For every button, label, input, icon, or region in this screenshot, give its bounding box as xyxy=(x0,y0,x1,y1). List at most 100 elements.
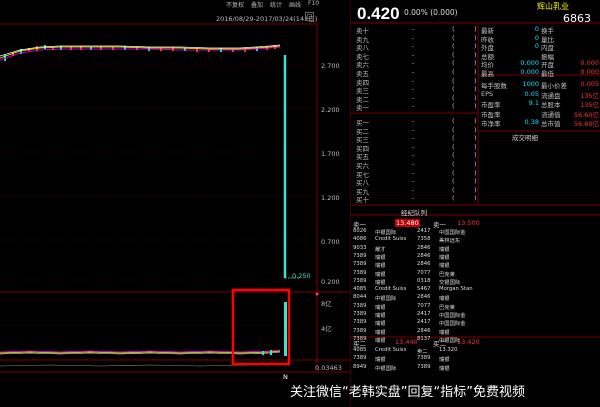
broker-row[interactable]: 7389 瑞银 2846 瑞银 xyxy=(353,252,477,261)
stat-label: 最高 xyxy=(481,69,494,78)
order-book-row-buy[interactable]: 买九 -() xyxy=(356,185,480,196)
broker-name: 瑞银 xyxy=(375,337,386,344)
order-count-open: ( xyxy=(452,59,455,68)
toolbar-f10[interactable]: F10 xyxy=(308,0,319,7)
broker-row[interactable]: 8026 中银国际 2417 中国国际金 xyxy=(353,228,477,236)
order-count-close: ) xyxy=(474,76,477,85)
order-count-close: ) xyxy=(474,50,477,59)
broker-id: 2846 xyxy=(417,252,431,259)
order-price: - xyxy=(412,168,415,177)
broker-id: 7389 xyxy=(353,252,367,259)
stat-value: 9.1 xyxy=(528,99,539,107)
volume-bars xyxy=(0,302,287,356)
stat-label: 每手股数 xyxy=(481,82,507,90)
order-book-row-sell[interactable]: 卖二 -() xyxy=(356,94,480,104)
broker-name: 瑞银 xyxy=(375,271,386,278)
volume-spike-bar xyxy=(284,302,287,356)
chart-canvas xyxy=(0,20,350,373)
order-book-row-sell[interactable]: 卖十 -() xyxy=(356,25,480,35)
broker-row[interactable]: 8044 中银国际 2846 瑞银 xyxy=(353,294,477,303)
broker-row[interactable]: 7389 瑞银 7077 巴克莱 xyxy=(353,303,477,311)
broker-row[interactable]: 4086 Credit Suiss 7358 美林远东 xyxy=(353,236,477,244)
stat-value: 56.60亿 xyxy=(573,120,599,128)
broker-name: 瑞银 xyxy=(375,357,386,364)
broker-id: 7358 xyxy=(417,236,431,243)
date-range-toggle-icon[interactable]: □ xyxy=(305,12,314,21)
trade-details-tab[interactable]: 成交明细 xyxy=(512,132,538,142)
order-count-open: ( xyxy=(452,125,455,134)
broker-id: 7389 xyxy=(353,269,367,276)
broker-id: 7389 xyxy=(353,327,367,334)
stat-value: 0.000 xyxy=(520,59,539,67)
order-count-open: ( xyxy=(452,76,455,85)
broker-row[interactable]: 8949 中银国际 7389 瑞银 xyxy=(353,364,477,372)
stat-row: 均价 0.000 开盘 0.000 xyxy=(481,59,599,69)
order-book-row-sell[interactable]: 卖四 -() xyxy=(356,76,480,87)
order-price: - xyxy=(412,50,415,59)
broker-row[interactable]: 7389 瑞银 2846 瑞银 xyxy=(353,327,477,336)
broker-row[interactable]: 7389 瑞银 7077 巴克莱 xyxy=(353,269,477,278)
order-price: - xyxy=(412,185,415,194)
broker-name: 耀才 xyxy=(375,246,386,253)
order-level-label: 卖一 xyxy=(356,104,369,113)
stat-row: 市盈率 9.1 总股本 135亿 xyxy=(481,99,599,109)
kline-chart[interactable]: 不复权 叠加 统计 画线 F10 2016/08/29-2017/03/24(1… xyxy=(0,0,350,407)
broker-row[interactable]: 7389 瑞银 2417 中国国际金 xyxy=(353,311,477,319)
order-book-row-buy[interactable]: 买八 -() xyxy=(356,177,480,187)
stat-row: 最高 0.000 最低 0.000 xyxy=(481,68,599,78)
price-axis-label: 1.200 xyxy=(321,194,340,202)
order-book-row-buy[interactable]: 买四 -() xyxy=(356,143,480,153)
order-book-row-sell[interactable]: 卖五 -() xyxy=(356,68,480,78)
broker-buy-price2: 13.420 xyxy=(457,338,480,346)
broker-row[interactable]: 9033 耀才 2846 瑞银 xyxy=(353,245,477,253)
order-level-label: 买十 xyxy=(356,196,369,205)
chart-toolbar: 不复权 叠加 统计 画线 F10 xyxy=(0,0,350,9)
toolbar-overlay[interactable]: 叠加 xyxy=(251,0,263,9)
stat-label: 市净率 xyxy=(481,120,501,128)
price-axis-label: 2.200 xyxy=(321,106,340,114)
order-book-row-buy[interactable]: 买七 -() xyxy=(356,168,480,179)
stat-row: EPS 0.05 流通盘 135亿 xyxy=(481,89,599,100)
broker-id: 8137 xyxy=(417,335,431,342)
order-count-close: ) xyxy=(474,68,477,76)
broker-row[interactable]: 4085 Credit Suiss 卖二 13.320 xyxy=(353,347,477,355)
order-book-row-sell[interactable]: 卖一 - () xyxy=(356,102,480,113)
broker-id: 7389 xyxy=(353,261,367,268)
order-book-row-buy[interactable]: 买六 -() xyxy=(356,160,480,170)
broker-row[interactable]: 4085 Credit Suiss 5467 Morgan Stan xyxy=(353,286,477,293)
order-price: - xyxy=(412,194,415,203)
broker-id: 4085 xyxy=(353,347,367,353)
order-count-close: ) xyxy=(474,185,477,194)
broker-row[interactable]: 7389 瑞银 0318 交银国际 xyxy=(353,278,477,286)
last-price: 0.420 xyxy=(357,4,400,23)
stat-row: 每手股数 1000 最小价差 0.005 xyxy=(481,80,599,90)
order-count-open: ( xyxy=(452,185,455,194)
order-price: - xyxy=(412,25,415,33)
order-book-row-buy[interactable]: 买三 -() xyxy=(356,134,480,144)
toolbar-no-rights[interactable]: 不复权 xyxy=(226,0,244,9)
order-book-row-sell[interactable]: 卖三 -() xyxy=(356,85,480,95)
order-book-row-sell[interactable]: 卖六 -() xyxy=(356,59,480,69)
order-count-open: ( xyxy=(452,42,455,51)
broker-name: 中银国际 xyxy=(375,296,397,303)
order-book-row-buy[interactable]: 买二 -() xyxy=(356,125,480,136)
broker-row[interactable]: 7389 瑞银 2846 瑞银 xyxy=(353,261,477,269)
order-book-row-buy[interactable]: 买五 -() xyxy=(356,151,480,161)
stock-name: 辉山乳业 xyxy=(537,2,569,11)
order-book-row-buy[interactable]: 买十 - () xyxy=(356,194,480,205)
broker-name: 巴克莱 xyxy=(439,304,455,311)
toolbar-statistics[interactable]: 统计 xyxy=(270,0,282,9)
broker-row[interactable]: 7389 瑞银 2417 中国国际金 xyxy=(353,319,477,327)
broker-name: 瑞银 xyxy=(375,329,386,336)
order-book-row-sell[interactable]: 卖七 -() xyxy=(356,50,480,61)
stat-value: 0.05 xyxy=(524,89,539,98)
broker-id: 8026 xyxy=(353,228,367,234)
order-book-row-sell[interactable]: 卖八 -() xyxy=(356,42,480,52)
stat-label: 总股本 xyxy=(541,101,561,109)
order-book-row-sell[interactable]: 卖九 -() xyxy=(356,34,480,44)
toolbar-draw-line[interactable]: 画线 xyxy=(289,0,301,9)
broker-queue-title: 经纪队列 xyxy=(401,209,427,217)
ma-line-white xyxy=(0,44,281,57)
broker-row[interactable]: 7389 瑞银 7389 瑞银 xyxy=(353,355,477,364)
order-book-row-buy[interactable]: 买一 -() xyxy=(356,117,480,127)
